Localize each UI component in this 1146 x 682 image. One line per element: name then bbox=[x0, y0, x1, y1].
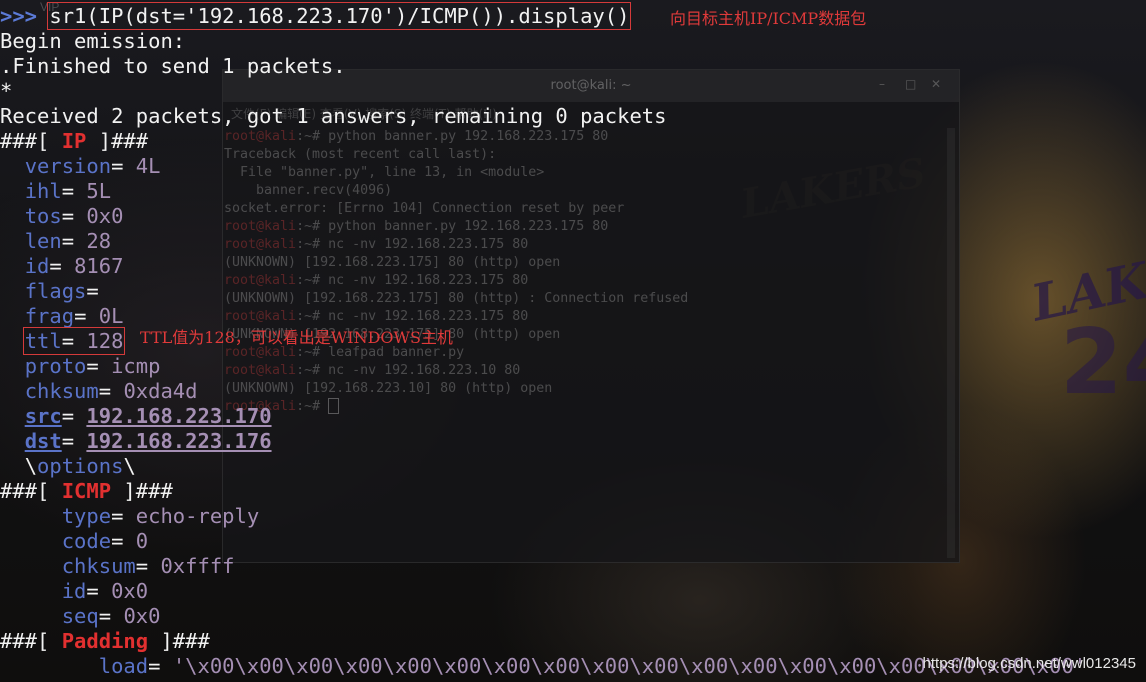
field-eq: = bbox=[111, 529, 136, 553]
header-suffix: ]### bbox=[86, 129, 149, 153]
field-value: icmp bbox=[111, 354, 161, 378]
field-icmp-id: id= 0x0 bbox=[0, 579, 1146, 604]
scapy-command: sr1(IP(dst='192.168.223.170')/ICMP()).di… bbox=[47, 2, 632, 30]
field-value: 5L bbox=[86, 179, 112, 203]
field-code: code= 0 bbox=[0, 529, 1146, 554]
output-line: .Finished to send 1 packets. bbox=[0, 54, 346, 78]
field-eq: = bbox=[49, 254, 75, 278]
field-key: tos bbox=[24, 204, 62, 228]
output-line: * bbox=[0, 79, 13, 103]
field-value: 128 bbox=[86, 329, 124, 353]
watermark: https://blog.csdn.net/wwl012345 bbox=[922, 655, 1136, 672]
field-value: 4L bbox=[135, 154, 161, 178]
field-key: version bbox=[24, 154, 112, 178]
field-eq: = bbox=[61, 429, 87, 453]
padding-layer-header: ###[ Padding ]### bbox=[0, 629, 1146, 654]
field-icmp-chksum: chksum= 0xffff bbox=[0, 554, 1146, 579]
header-prefix: ###[ bbox=[0, 479, 62, 503]
field-eq: = bbox=[111, 504, 136, 528]
field-eq: = bbox=[61, 329, 87, 353]
python-prompt: >>> bbox=[0, 4, 50, 28]
field-value: echo-reply bbox=[135, 504, 260, 528]
command-line: >>> sr1(IP(dst='192.168.223.170')/ICMP()… bbox=[0, 2, 1146, 30]
field-key: ihl bbox=[24, 179, 62, 203]
command-annotation: 向目标主机IP/ICMP数据包 bbox=[670, 9, 867, 28]
field-key: options bbox=[37, 454, 124, 478]
field-options: \options\ bbox=[0, 454, 1146, 479]
header-prefix: ###[ bbox=[0, 129, 62, 153]
field-eq: = bbox=[98, 604, 124, 628]
options-prefix: \ bbox=[24, 454, 38, 478]
field-key: seq bbox=[61, 604, 99, 628]
field-eq: = bbox=[61, 204, 87, 228]
field-value: 0xffff bbox=[160, 554, 235, 578]
field-eq: = bbox=[135, 554, 161, 578]
ttl-highlight: ttl= 128 bbox=[22, 327, 126, 355]
ttl-annotation: TTL值为128，可以看出是WINDOWS主机 bbox=[140, 328, 453, 347]
field-eq: = bbox=[61, 404, 87, 428]
field-key: id bbox=[61, 579, 87, 603]
field-eq: = bbox=[86, 579, 112, 603]
field-value: 0x0 bbox=[123, 604, 161, 628]
field-chksum: chksum= 0xda4d bbox=[0, 379, 1146, 404]
field-dst: dst= 192.168.223.176 bbox=[0, 429, 1146, 454]
output-line: Received 2 packets, got 1 answers, remai… bbox=[0, 104, 667, 128]
field-value: 192.168.223.176 bbox=[86, 429, 272, 453]
field-flags: flags= bbox=[0, 279, 1146, 304]
field-key: frag bbox=[24, 304, 75, 328]
header-prefix: ###[ bbox=[0, 629, 62, 653]
field-ihl: ihl= 5L bbox=[0, 179, 1146, 204]
field-key: load bbox=[98, 654, 149, 678]
field-id: id= 8167 bbox=[0, 254, 1146, 279]
field-value: 0x0 bbox=[111, 579, 149, 603]
field-key: code bbox=[61, 529, 112, 553]
field-eq: = bbox=[74, 304, 99, 328]
field-value: 0L bbox=[98, 304, 124, 328]
field-key: proto bbox=[24, 354, 87, 378]
header-suffix: ]### bbox=[111, 479, 173, 503]
field-value: 192.168.223.170 bbox=[86, 404, 272, 428]
field-key: flags bbox=[24, 279, 87, 303]
field-value: 28 bbox=[86, 229, 112, 253]
field-seq: seq= 0x0 bbox=[0, 604, 1146, 629]
field-value: 0x0 bbox=[86, 204, 124, 228]
options-suffix: \ bbox=[123, 454, 136, 478]
field-key: chksum bbox=[61, 554, 136, 578]
field-src: src= 192.168.223.170 bbox=[0, 404, 1146, 429]
field-value: 0xda4d bbox=[123, 379, 198, 403]
field-eq: = bbox=[98, 379, 124, 403]
header-suffix: ]### bbox=[148, 629, 210, 653]
field-eq: = bbox=[86, 279, 112, 303]
field-eq: = bbox=[61, 179, 87, 203]
field-key: type bbox=[61, 504, 112, 528]
field-proto: proto= icmp bbox=[0, 354, 1146, 379]
field-version: version= 4L bbox=[0, 154, 1146, 179]
layer-name-padding: Padding bbox=[61, 629, 149, 653]
field-eq: = bbox=[111, 154, 136, 178]
field-eq: = bbox=[61, 229, 87, 253]
field-key: src bbox=[24, 404, 62, 428]
field-eq: = bbox=[86, 354, 112, 378]
field-type: type= echo-reply bbox=[0, 504, 1146, 529]
field-key: chksum bbox=[24, 379, 99, 403]
field-value: 0 bbox=[135, 529, 149, 553]
field-key: ttl bbox=[24, 329, 62, 353]
field-key: id bbox=[24, 254, 50, 278]
layer-name-icmp: ICMP bbox=[61, 479, 112, 503]
field-len: len= 28 bbox=[0, 229, 1146, 254]
field-tos: tos= 0x0 bbox=[0, 204, 1146, 229]
field-key: len bbox=[24, 229, 62, 253]
ip-layer-header: ###[ IP ]### bbox=[0, 129, 1146, 154]
output-line: Begin emission: bbox=[0, 29, 186, 53]
layer-name-ip: IP bbox=[61, 129, 87, 153]
field-value: 8167 bbox=[74, 254, 124, 278]
field-key: dst bbox=[24, 429, 62, 453]
icmp-layer-header: ###[ ICMP ]### bbox=[0, 479, 1146, 504]
field-eq: = bbox=[148, 654, 173, 678]
